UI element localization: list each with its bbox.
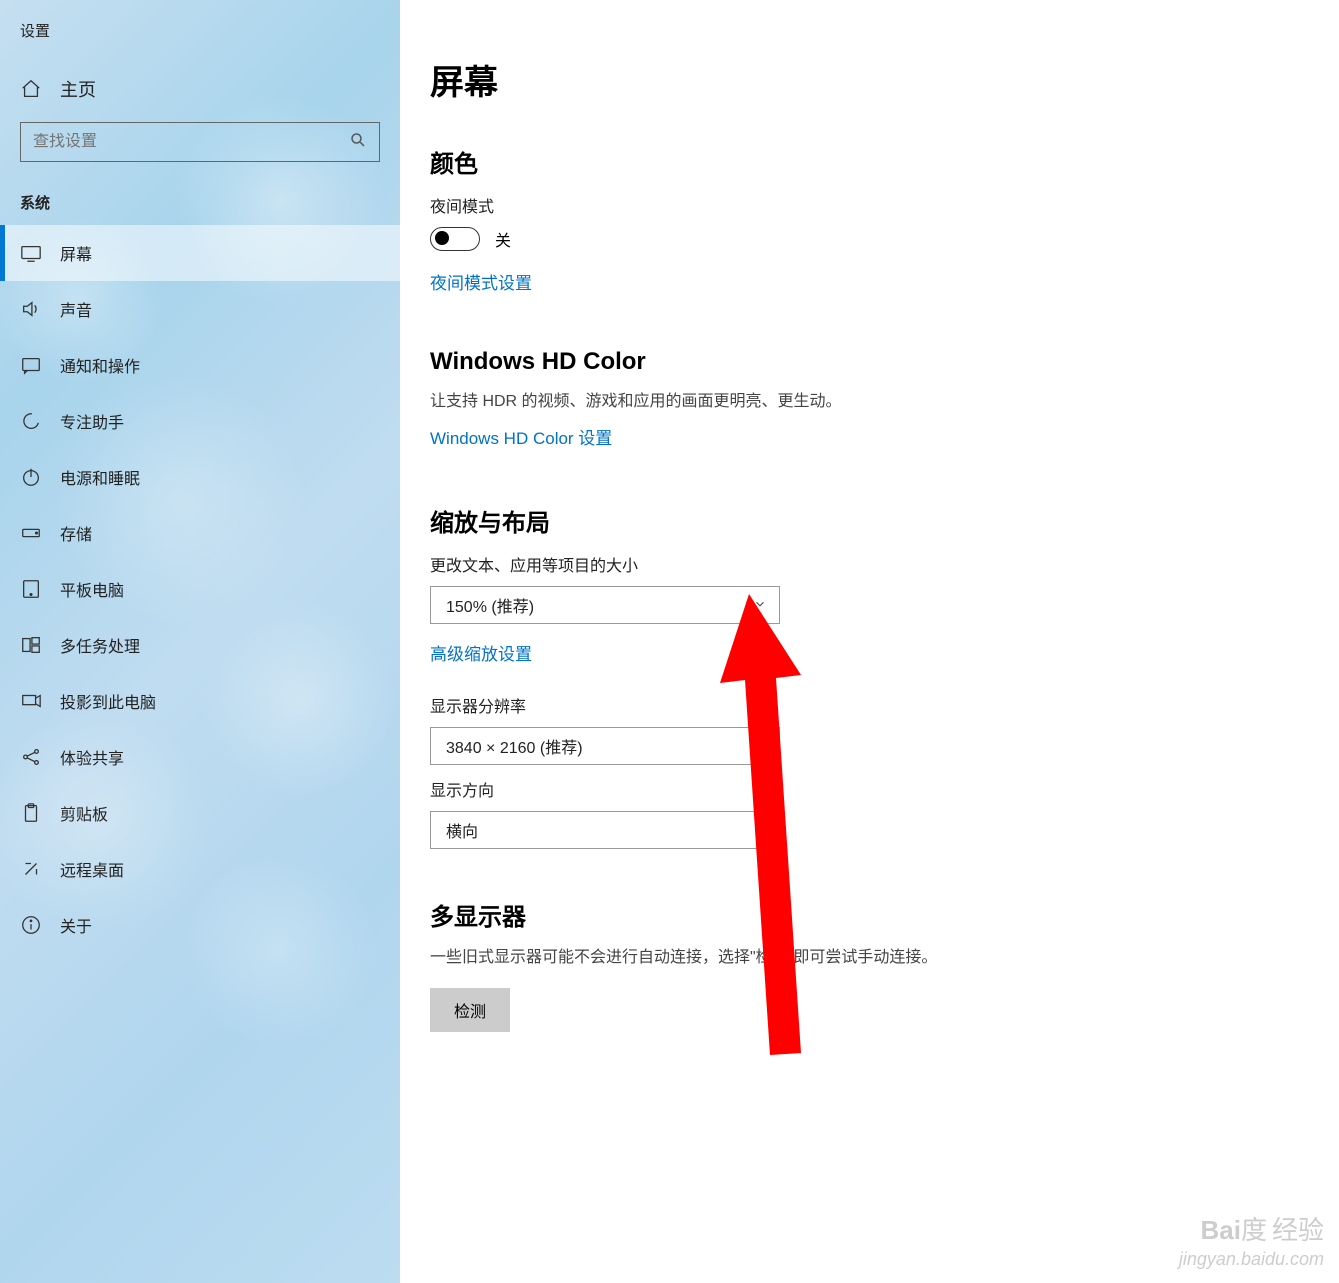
about-icon [20, 914, 42, 936]
section-multi-title: 多显示器 [430, 897, 1100, 932]
sidebar-item-label: 声音 [60, 297, 92, 321]
window-title: 设置 [0, 15, 400, 66]
power-icon [20, 466, 42, 488]
sidebar-item-label: 关于 [60, 913, 92, 937]
sidebar-item-project[interactable]: 投影到此电脑 [0, 673, 400, 729]
resolution-label: 显示器分辨率 [430, 693, 1100, 717]
night-mode-settings-link[interactable]: 夜间模式设置 [430, 269, 532, 294]
sidebar-item-display[interactable]: 屏幕 [0, 225, 400, 281]
multitask-icon [20, 634, 42, 656]
night-mode-toggle[interactable] [430, 227, 480, 251]
chevron-down-icon [753, 822, 767, 839]
display-icon [20, 242, 42, 264]
night-mode-label: 夜间模式 [430, 193, 1100, 217]
clipboard-icon [20, 802, 42, 824]
sidebar-item-label: 平板电脑 [60, 577, 124, 601]
remote-icon [20, 858, 42, 880]
sidebar-item-label: 通知和操作 [60, 353, 140, 377]
sidebar-item-storage[interactable]: 存储 [0, 505, 400, 561]
main-content: 屏幕 颜色 夜间模式 关 夜间模式设置 Windows HD Color 让支持… [400, 0, 1100, 1283]
search-icon [349, 131, 367, 154]
resolution-value: 3840 × 2160 (推荐) [446, 734, 583, 758]
sidebar-item-power[interactable]: 电源和睡眠 [0, 449, 400, 505]
scale-size-value: 150% (推荐) [446, 593, 534, 617]
sidebar-item-label: 存储 [60, 521, 92, 545]
scale-size-select[interactable]: 150% (推荐) [430, 586, 780, 624]
search-input[interactable] [33, 133, 349, 151]
hdcolor-desc: 让支持 HDR 的视频、游戏和应用的画面更明亮、更生动。 [430, 390, 1100, 414]
sidebar-item-label: 多任务处理 [60, 633, 140, 657]
advanced-scale-link[interactable]: 高级缩放设置 [430, 640, 532, 665]
sidebar-item-label: 剪贴板 [60, 801, 108, 825]
sidebar-item-clipboard[interactable]: 剪贴板 [0, 785, 400, 841]
orientation-value: 横向 [446, 818, 478, 842]
share-icon [20, 746, 42, 768]
scale-size-label: 更改文本、应用等项目的大小 [430, 552, 1100, 576]
sidebar-item-multitask[interactable]: 多任务处理 [0, 617, 400, 673]
sidebar-home[interactable]: 主页 [0, 66, 400, 112]
orientation-select[interactable]: 横向 [430, 811, 780, 849]
orientation-label: 显示方向 [430, 777, 1100, 801]
storage-icon [20, 522, 42, 544]
sidebar-item-about[interactable]: 关于 [0, 897, 400, 953]
chevron-down-icon [753, 738, 767, 755]
page-title: 屏幕 [430, 55, 1100, 104]
notification-icon [20, 354, 42, 376]
sidebar-item-shared[interactable]: 体验共享 [0, 729, 400, 785]
sidebar-home-label: 主页 [60, 76, 96, 102]
multi-desc: 一些旧式显示器可能不会进行自动连接，选择"检测"即可尝试手动连接。 [430, 946, 1100, 970]
section-scale-title: 缩放与布局 [430, 503, 1100, 538]
sidebar-item-label: 远程桌面 [60, 857, 124, 881]
section-hdcolor-title: Windows HD Color [430, 348, 1100, 376]
tablet-icon [20, 578, 42, 600]
project-icon [20, 690, 42, 712]
watermark: Bai度 经验 jingyan.baidu.com [1179, 1214, 1324, 1271]
resolution-select[interactable]: 3840 × 2160 (推荐) [430, 727, 780, 765]
sidebar-item-label: 屏幕 [60, 241, 92, 265]
sidebar-item-label: 投影到此电脑 [60, 689, 156, 713]
sound-icon [20, 298, 42, 320]
home-icon [20, 78, 42, 100]
sidebar-item-notifications[interactable]: 通知和操作 [0, 337, 400, 393]
sidebar-item-label: 专注助手 [60, 409, 124, 433]
night-mode-state: 关 [495, 227, 511, 251]
sidebar-item-focus[interactable]: 专注助手 [0, 393, 400, 449]
sidebar-category: 系统 [0, 187, 400, 225]
sidebar-item-label: 电源和睡眠 [60, 465, 140, 489]
chevron-down-icon [753, 597, 767, 614]
section-color-title: 颜色 [430, 144, 1100, 179]
sidebar-item-remote[interactable]: 远程桌面 [0, 841, 400, 897]
detect-button[interactable]: 检测 [430, 988, 510, 1032]
sidebar: 设置 主页 系统 屏幕 声音 通知和操作 专注助手 [0, 0, 400, 1283]
hdcolor-settings-link[interactable]: Windows HD Color 设置 [430, 424, 612, 449]
sidebar-item-tablet[interactable]: 平板电脑 [0, 561, 400, 617]
sidebar-item-sound[interactable]: 声音 [0, 281, 400, 337]
sidebar-item-label: 体验共享 [60, 745, 124, 769]
search-container [20, 122, 380, 162]
focus-icon [20, 410, 42, 432]
search-box[interactable] [20, 122, 380, 162]
